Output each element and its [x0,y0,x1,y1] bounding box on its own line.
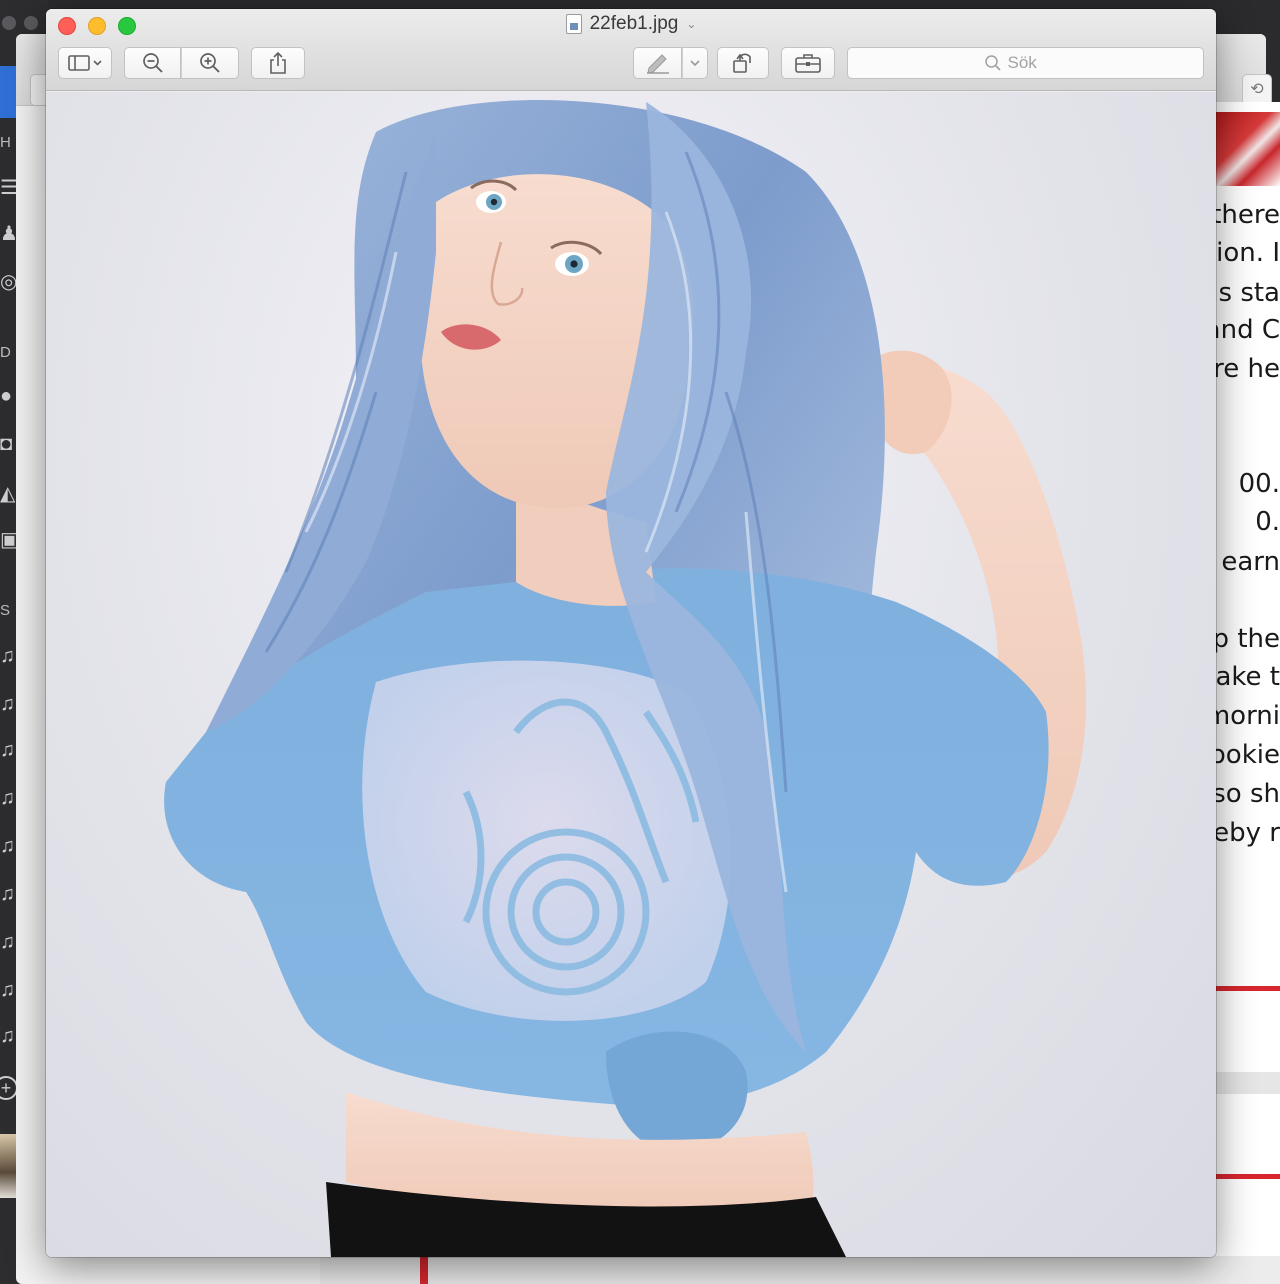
web-text-line: 0. [1255,507,1280,537]
web-text-line: eby r [1216,818,1280,848]
image-document-icon [565,14,582,34]
background-selection-highlight [0,66,16,118]
web-section-band [1216,1072,1280,1094]
background-section-letter: S [0,602,11,619]
rotate-left-icon [733,53,751,73]
search-icon [984,55,1001,71]
album-art-thumbnail [0,1134,16,1198]
background-bottom-strip [320,1256,1280,1284]
web-text-line: tion. I [1216,238,1280,268]
chevron-down-icon[interactable]: ⌄ [686,17,696,31]
share-icon [270,51,286,74]
sidebar-toggle-button[interactable] [58,47,112,79]
web-text-line: ep the [1216,624,1280,654]
toolbox-button[interactable] [781,47,835,79]
displayed-photo [164,99,1086,1257]
markup-pen-icon [646,54,669,74]
web-text-line: re he [1216,354,1280,384]
zoom-out-button[interactable] [124,47,181,79]
web-text-line: morni [1216,701,1280,731]
title-bar: 22feb1.jpg ⌄ [46,9,1216,91]
web-text-line: 00. [1238,469,1280,499]
web-page-photo [1216,112,1280,186]
window-title: 22feb1.jpg ⌄ [46,13,1216,39]
web-text-line: is sta [1216,278,1280,308]
web-text-line: earn [1221,547,1280,577]
web-text-line: and C [1216,315,1280,345]
web-text-line: cookie [1216,740,1280,770]
background-web-page: there tion. I is sta and C re he 00. 0. … [1216,102,1280,1284]
zoom-in-icon [200,53,220,73]
image-canvas[interactable] [46,92,1216,1257]
preview-window: 22feb1.jpg ⌄ [46,9,1216,1257]
background-section-letter: D [0,344,11,361]
web-divider [1216,1174,1280,1179]
zoom-out-icon [142,53,163,73]
search-field[interactable] [847,47,1204,79]
background-red-marker [420,1256,428,1284]
sidebar-toggle-icon [68,55,102,71]
search-input[interactable] [1007,53,1068,73]
web-text-line: lso sh [1216,779,1280,809]
web-divider [1216,986,1280,991]
file-name[interactable]: 22feb1.jpg [590,13,679,35]
share-button[interactable] [251,47,305,79]
chevron-down-icon [690,60,700,67]
toolbox-icon [795,54,821,73]
markup-button[interactable] [633,47,682,79]
web-text-line: there [1216,200,1280,230]
zoom-in-button[interactable] [181,47,239,79]
markup-options-dropdown[interactable] [682,47,708,79]
rotate-button[interactable] [717,47,769,79]
web-text-line: ake t [1216,662,1280,692]
background-section-letter: H [0,134,11,151]
